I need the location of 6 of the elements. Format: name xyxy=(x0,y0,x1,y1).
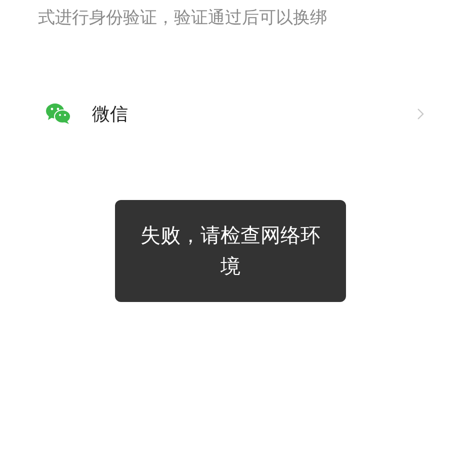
toast-message: 失败，请检查网络环境 xyxy=(140,222,322,280)
option-label: 微信 xyxy=(92,102,129,126)
login-option-row[interactable]: 微信 xyxy=(0,94,460,134)
description-text: 式进行身份验证，验证通过后可以换绑 xyxy=(37,7,328,30)
chat-bubbles-icon xyxy=(46,103,71,125)
chevron-right-icon xyxy=(417,108,424,120)
